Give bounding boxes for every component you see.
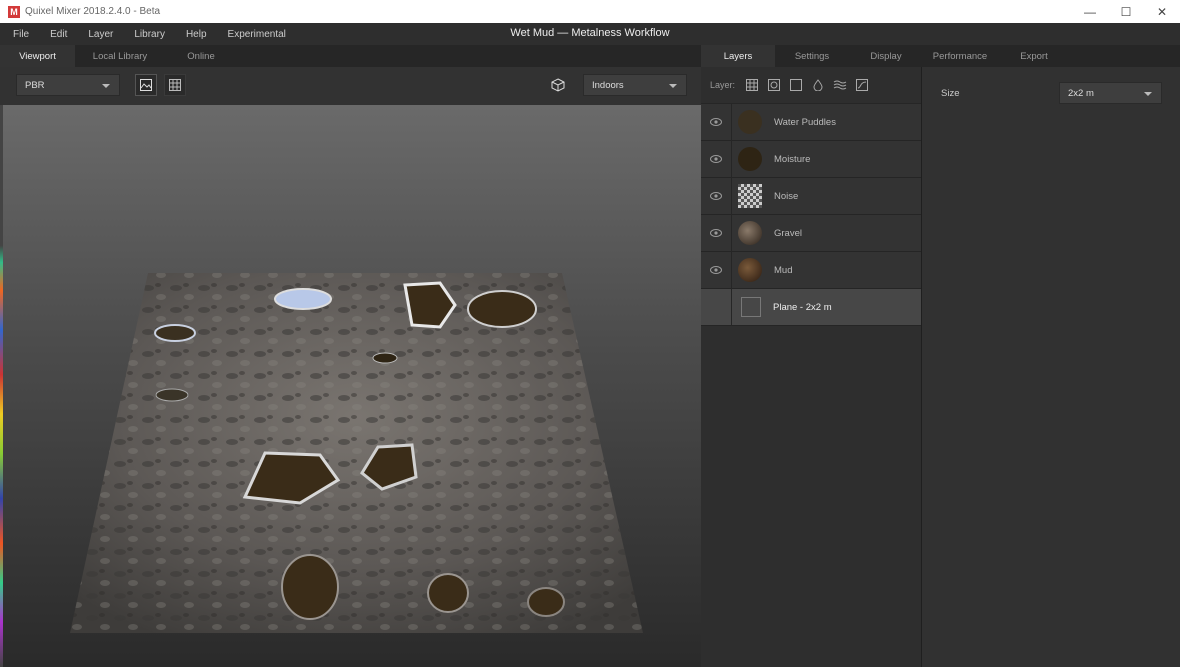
chevron-down-icon <box>102 84 110 88</box>
puddle <box>281 554 339 620</box>
add-solid-layer-button[interactable] <box>785 76 807 94</box>
cube-icon <box>551 78 565 92</box>
render-mode-value: PBR <box>25 79 45 91</box>
mud-plane-render <box>70 273 643 633</box>
layer-thumbnail <box>738 147 762 171</box>
grid-toggle-button[interactable] <box>164 74 186 96</box>
tab-viewport[interactable]: Viewport <box>0 45 75 67</box>
curve-icon <box>856 79 869 91</box>
layer-toolbar-label: Layer: <box>710 80 736 90</box>
maximize-button[interactable]: ☐ <box>1108 0 1144 23</box>
grid-icon <box>169 79 181 91</box>
visibility-toggle[interactable] <box>701 214 732 252</box>
terrain-bumps <box>70 273 643 633</box>
layer-name: Plane - 2x2 m <box>773 301 832 313</box>
3d-viewport[interactable] <box>0 105 701 667</box>
visibility-toggle[interactable] <box>701 140 732 178</box>
app-logo-icon: M <box>8 5 20 18</box>
add-curve-layer-button[interactable] <box>851 76 873 94</box>
tab-performance[interactable]: Performance <box>923 45 997 67</box>
puddle <box>427 573 469 613</box>
image-view-button[interactable] <box>135 74 157 96</box>
waves-icon <box>833 80 847 90</box>
puddle <box>467 290 537 328</box>
tab-settings[interactable]: Settings <box>775 45 849 67</box>
minimize-button[interactable]: — <box>1072 0 1108 23</box>
layer-row-gravel[interactable]: Gravel <box>701 214 921 252</box>
visibility-toggle-empty <box>701 288 732 326</box>
render-mode-select[interactable]: PBR <box>16 74 120 96</box>
environment-select[interactable]: Indoors <box>583 74 687 96</box>
plane-thumbnail <box>741 297 761 317</box>
properties-panel: Size 2x2 m <box>922 67 1180 667</box>
layer-name: Moisture <box>774 153 811 165</box>
layer-name: Mud <box>774 264 793 276</box>
puddle <box>527 587 565 617</box>
cube-view-button[interactable] <box>547 74 569 96</box>
menu-library[interactable]: Library <box>121 29 165 40</box>
puddle <box>274 288 332 310</box>
eye-icon <box>710 155 722 163</box>
chevron-down-icon <box>669 84 677 88</box>
eye-icon <box>710 118 722 126</box>
layer-toolbar: Layer: <box>701 67 921 104</box>
puddle <box>372 352 398 364</box>
size-label: Size <box>941 88 960 99</box>
layer-name: Water Puddles <box>774 116 836 128</box>
menu-file[interactable]: File <box>0 29 29 40</box>
left-color-strip <box>0 105 3 667</box>
visibility-toggle[interactable] <box>701 251 732 289</box>
droplet-icon <box>813 79 823 91</box>
tab-display[interactable]: Display <box>849 45 923 67</box>
document-title: Wet Mud — Metalness Workflow <box>510 27 670 39</box>
layers-panel: Layer: Water Puddles Moisture Noise Grav… <box>701 67 922 667</box>
menu-experimental[interactable]: Experimental <box>215 29 286 40</box>
add-noise-layer-button[interactable] <box>829 76 851 94</box>
layer-name: Noise <box>774 190 799 202</box>
square-icon <box>790 79 803 91</box>
window-controls: — ☐ ✕ <box>1072 0 1180 23</box>
add-mask-layer-button[interactable] <box>763 76 785 94</box>
surface-grid-icon <box>746 79 759 91</box>
close-button[interactable]: ✕ <box>1144 0 1180 23</box>
eye-icon <box>710 266 722 274</box>
layer-thumbnail <box>738 110 762 134</box>
add-surface-layer-button[interactable] <box>741 76 763 94</box>
layer-row-plane[interactable]: Plane - 2x2 m <box>701 288 921 326</box>
chevron-down-icon <box>1144 92 1152 96</box>
layer-thumbnail <box>738 221 762 245</box>
tab-export[interactable]: Export <box>997 45 1071 67</box>
tab-local-library[interactable]: Local Library <box>75 45 165 67</box>
puddle <box>154 324 196 342</box>
layer-row-noise[interactable]: Noise <box>701 177 921 215</box>
layer-thumbnail <box>738 258 762 282</box>
layer-row-water-puddles[interactable]: Water Puddles <box>701 103 921 141</box>
menu-bar: File Edit Layer Library Help Experimenta… <box>0 23 1180 45</box>
menu-help[interactable]: Help <box>173 29 207 40</box>
viewport-toolbar: PBR Indoors <box>0 67 701 105</box>
visibility-toggle[interactable] <box>701 177 732 215</box>
add-fluid-layer-button[interactable] <box>807 76 829 94</box>
window-title: Quixel Mixer 2018.2.4.0 - Beta <box>25 6 161 17</box>
image-icon <box>140 79 152 91</box>
environment-value: Indoors <box>592 79 624 91</box>
mask-icon <box>768 79 781 91</box>
eye-icon <box>710 229 722 237</box>
tab-online[interactable]: Online <box>165 45 237 67</box>
layer-name: Gravel <box>774 227 802 239</box>
size-select[interactable]: 2x2 m <box>1059 82 1162 104</box>
visibility-toggle[interactable] <box>701 103 732 141</box>
layer-thumbnail <box>738 184 762 208</box>
puddle <box>155 388 189 402</box>
title-bar: M Quixel Mixer 2018.2.4.0 - Beta — ☐ ✕ <box>0 0 1180 23</box>
tab-layers[interactable]: Layers <box>701 45 775 67</box>
left-tab-bar: Viewport Local Library Online <box>0 45 701 67</box>
menu-layer[interactable]: Layer <box>75 29 113 40</box>
layer-row-mud[interactable]: Mud <box>701 251 921 289</box>
right-tab-bar: Layers Settings Display Performance Expo… <box>701 45 1180 67</box>
size-value: 2x2 m <box>1068 87 1094 99</box>
eye-icon <box>710 192 722 200</box>
menu-edit[interactable]: Edit <box>37 29 67 40</box>
layer-row-moisture[interactable]: Moisture <box>701 140 921 178</box>
